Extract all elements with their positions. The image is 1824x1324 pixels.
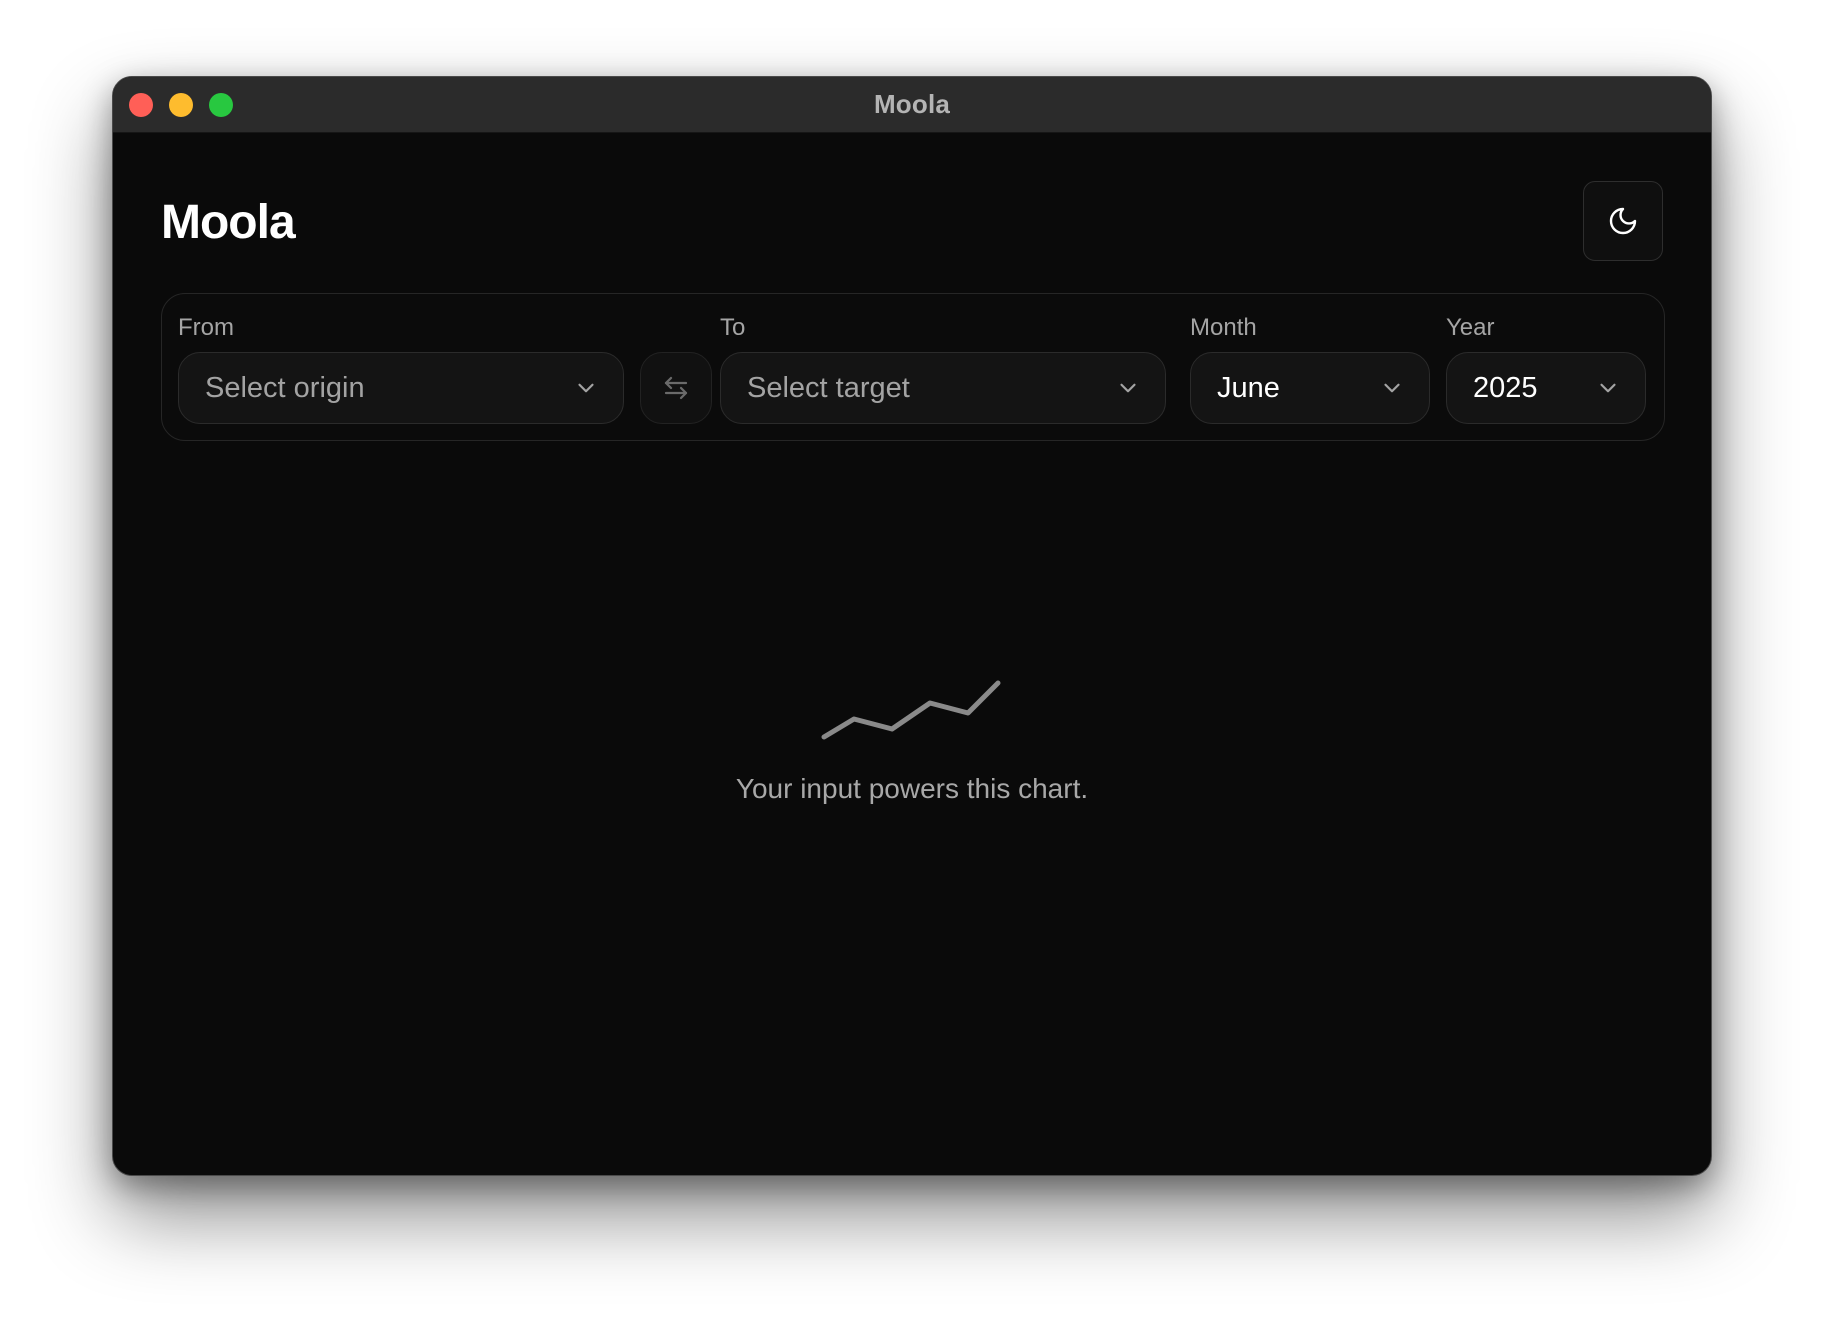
window-title: Moola <box>873 89 951 119</box>
moon-icon <box>1609 207 1637 235</box>
month-label: Month <box>1190 314 1257 341</box>
origin-select-value: Select origin <box>205 371 365 404</box>
app-window: Moola Moola From Select origin To Select… <box>112 76 1712 1176</box>
close-window-button[interactable] <box>129 93 153 117</box>
year-select[interactable]: 2025 <box>1446 352 1646 424</box>
line-chart-icon <box>821 680 1001 740</box>
chevron-down-icon <box>1120 383 1136 393</box>
to-label: To <box>720 314 746 341</box>
target-select[interactable]: Select target <box>720 352 1166 424</box>
year-select-value: 2025 <box>1473 371 1538 404</box>
minimize-window-button[interactable] <box>169 93 193 117</box>
theme-toggle-button[interactable] <box>1583 181 1663 261</box>
empty-state-message: Your input powers this chart. <box>735 773 1089 804</box>
month-select[interactable]: June <box>1190 352 1430 424</box>
origin-select[interactable]: Select origin <box>178 352 624 424</box>
chevron-down-icon <box>578 383 594 393</box>
title-bar: Moola <box>113 77 1711 133</box>
maximize-window-button[interactable] <box>209 93 233 117</box>
swap-arrows-icon <box>664 376 688 400</box>
window-controls <box>129 93 233 117</box>
month-select-value: June <box>1217 371 1280 404</box>
year-label: Year <box>1446 314 1495 341</box>
chevron-down-icon <box>1600 383 1616 393</box>
from-label: From <box>178 314 234 341</box>
target-select-value: Select target <box>747 371 910 404</box>
swap-currencies-button[interactable] <box>640 352 712 424</box>
chevron-down-icon <box>1384 383 1400 393</box>
app-title: Moola <box>161 196 296 249</box>
empty-chart-state: Your input powers this chart. <box>113 673 1711 805</box>
conversion-filter-panel: From Select origin To Select target Mont… <box>161 293 1665 441</box>
main-content: Moola From Select origin To Select targe… <box>113 133 1711 1175</box>
